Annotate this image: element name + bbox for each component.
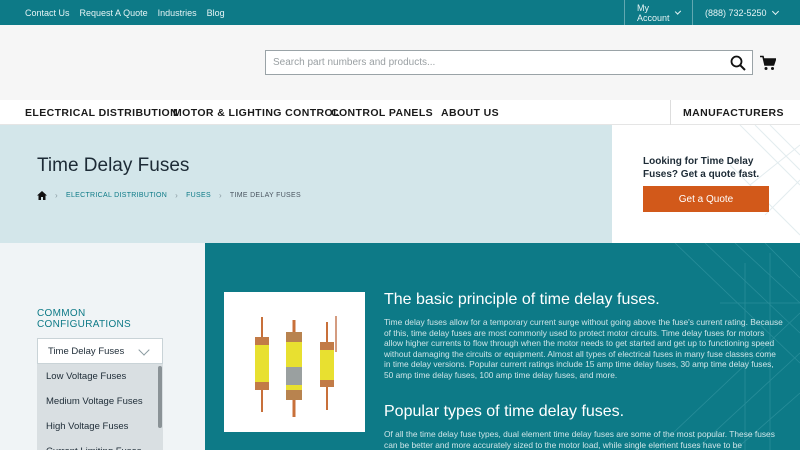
nav-motor-lighting-control[interactable]: MOTOR & LIGHTING CONTROL (173, 100, 340, 125)
phone-number: (888) 732-5250 (705, 7, 767, 18)
search-box (265, 50, 753, 75)
option-low-voltage-fuses[interactable]: Low Voltage Fuses (37, 364, 163, 389)
breadcrumb-separator-icon: › (55, 191, 58, 200)
main-nav: ELECTRICAL DISTRIBUTION MOTOR & LIGHTING… (0, 100, 800, 125)
top-utility-bar: Contact Us Request A Quote Industries Bl… (0, 0, 800, 25)
configurations-heading-line2: CONFIGURATIONS (37, 319, 132, 330)
options-scrollbar[interactable] (158, 366, 162, 428)
search-input[interactable] (266, 51, 706, 74)
quote-panel: Looking for Time Delay Fuses? Get a quot… (612, 125, 800, 243)
content-section: The basic principle of time delay fuses.… (205, 243, 800, 450)
site-header (0, 25, 800, 100)
nav-about-us[interactable]: ABOUT US (441, 100, 499, 125)
quote-prompt: Looking for Time Delay Fuses? Get a quot… (643, 156, 760, 180)
breadcrumb-current: TIME DELAY FUSES (229, 192, 301, 199)
section-heading-popular-types: Popular types of time delay fuses. (384, 403, 625, 420)
option-medium-voltage-fuses[interactable]: Medium Voltage Fuses (37, 389, 163, 414)
chevron-down-icon (771, 7, 779, 15)
breadcrumb: › ELECTRICAL DISTRIBUTION › FUSES › TIME… (37, 191, 301, 200)
breadcrumb-separator-icon: › (218, 191, 222, 200)
contact-us-link[interactable]: Contact Us (25, 8, 70, 18)
search-icon[interactable] (730, 55, 746, 71)
section-heading-basic-principle: The basic principle of time delay fuses. (384, 291, 660, 308)
configuration-select[interactable]: Time Delay Fuses (37, 338, 163, 364)
fuses-illustration (255, 316, 337, 417)
breadcrumb-electrical-distribution[interactable]: ELECTRICAL DISTRIBUTION (66, 192, 167, 199)
blog-link[interactable]: Blog (207, 8, 225, 18)
chevron-down-icon (674, 7, 682, 15)
configuration-options: Low Voltage Fuses Medium Voltage Fuses H… (37, 364, 163, 450)
get-a-quote-button[interactable]: Get a Quote (643, 186, 769, 212)
nav-manufacturers[interactable]: MANUFACTURERS (683, 100, 784, 125)
chevron-down-icon (138, 344, 150, 356)
utility-links: Contact Us Request A Quote Industries Bl… (25, 0, 225, 25)
my-account-label: My Account (637, 2, 670, 23)
section-text-popular-types: Of all the time delay fuse types, dual e… (384, 429, 775, 450)
breadcrumb-separator-icon: › (175, 191, 179, 200)
cart-icon[interactable] (760, 55, 776, 71)
nav-divider (670, 100, 671, 125)
nav-control-panels[interactable]: CONTROL PANELS (331, 100, 433, 125)
page-title: Time Delay Fuses (37, 155, 190, 176)
configurations-sidebar: COMMON CONFIGURATIONS Time Delay Fuses L… (0, 243, 205, 450)
home-icon[interactable] (37, 191, 47, 200)
option-current-limiting-fuses[interactable]: Current Limiting Fuses (37, 439, 163, 450)
industries-link[interactable]: Industries (158, 8, 197, 18)
decorative-lines (730, 125, 800, 236)
phone-dropdown[interactable]: (888) 732-5250 (692, 0, 800, 25)
page-hero: Time Delay Fuses › ELECTRICAL DISTRIBUTI… (0, 125, 612, 243)
nav-electrical-distribution[interactable]: ELECTRICAL DISTRIBUTION (25, 100, 178, 125)
configuration-selected: Time Delay Fuses (48, 345, 125, 357)
my-account-dropdown[interactable]: My Account (624, 0, 692, 25)
configurations-heading: COMMON CONFIGURATIONS (37, 308, 131, 330)
section-text-basic-principle: Time delay fuses allow for a temporary c… (384, 317, 783, 380)
option-high-voltage-fuses[interactable]: High Voltage Fuses (37, 414, 163, 439)
fuse-product-photo (224, 292, 365, 432)
configurations-heading-line1: COMMON (37, 308, 86, 319)
breadcrumb-fuses[interactable]: FUSES (186, 192, 211, 199)
request-quote-link[interactable]: Request A Quote (80, 8, 148, 18)
